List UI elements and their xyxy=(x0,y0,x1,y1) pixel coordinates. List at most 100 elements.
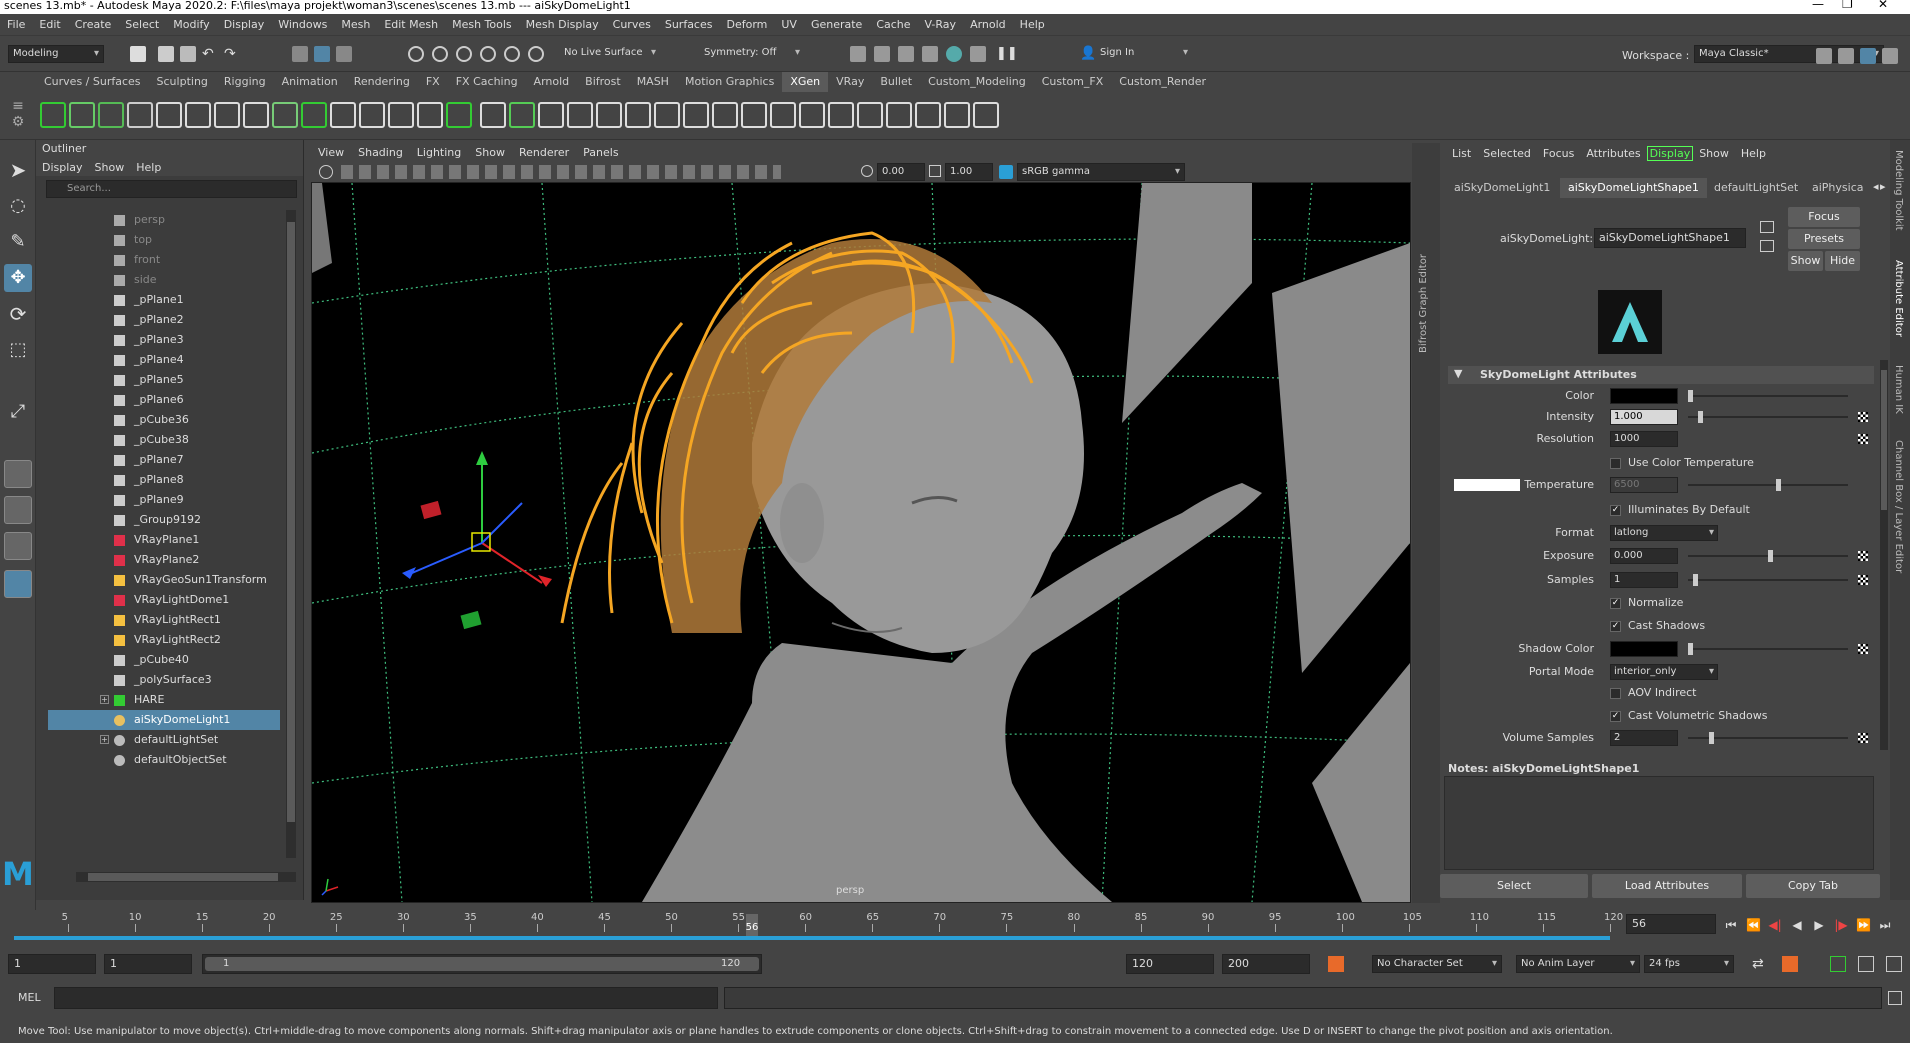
menu-edit-mesh[interactable]: Edit Mesh xyxy=(377,18,445,31)
select-object-icon[interactable] xyxy=(314,46,330,62)
shelf-tab-rendering[interactable]: Rendering xyxy=(346,72,418,92)
attribute-slider[interactable] xyxy=(1688,579,1848,581)
anim-layer-dropdown[interactable]: No Anim Layer xyxy=(1516,955,1640,973)
xgen-tool-16-icon[interactable] xyxy=(480,102,506,128)
four-view-layout-icon[interactable] xyxy=(4,496,32,524)
pause-icon[interactable]: ❚❚ xyxy=(996,46,1018,62)
shelf-tab-fx[interactable]: FX xyxy=(418,72,448,92)
outliner-item[interactable]: _pPlane3 xyxy=(48,330,280,350)
xgen-tool-30-icon[interactable] xyxy=(886,102,912,128)
menu-modify[interactable]: Modify xyxy=(166,18,216,31)
menu-help[interactable]: Help xyxy=(1013,18,1052,31)
menu-mesh[interactable]: Mesh xyxy=(334,18,377,31)
shelf-tab-motion-graphics[interactable]: Motion Graphics xyxy=(677,72,782,92)
current-frame-field[interactable]: 56 xyxy=(1626,914,1716,934)
xgen-tool-6-icon[interactable] xyxy=(185,102,211,128)
select-tool-icon[interactable]: ➤ xyxy=(4,156,32,184)
mel-input[interactable] xyxy=(54,987,718,1009)
outliner-item[interactable]: _pPlane7 xyxy=(48,450,280,470)
outliner-item[interactable]: VRayLightDome1 xyxy=(48,590,280,610)
select-component-icon[interactable] xyxy=(336,46,352,62)
outliner-item[interactable]: persp xyxy=(48,210,280,230)
hide-button[interactable]: Hide xyxy=(1825,251,1860,271)
outliner-item[interactable]: _polySurface3 xyxy=(48,670,280,690)
attribute-checkbox[interactable]: ✓ xyxy=(1610,598,1621,609)
menu-windows[interactable]: Windows xyxy=(271,18,334,31)
go-start-icon[interactable]: ⏮ xyxy=(1724,918,1738,932)
channel-box-toggle-icon[interactable] xyxy=(1882,48,1898,64)
xgen-tool-19-icon[interactable] xyxy=(567,102,593,128)
attribute-slider[interactable] xyxy=(1688,395,1848,397)
paint-select-icon[interactable]: ✎ xyxy=(4,228,32,256)
menu-v-ray[interactable]: V-Ray xyxy=(918,18,964,31)
open-scene-icon[interactable] xyxy=(158,46,174,62)
go-end-icon[interactable]: ⏭ xyxy=(1878,918,1892,932)
rotate-tool-icon[interactable]: ⟳ xyxy=(4,300,32,328)
xgen-tool-32-icon[interactable] xyxy=(944,102,970,128)
redo-icon[interactable]: ↷ xyxy=(224,46,240,62)
step-forward-frame-icon[interactable]: |▶ xyxy=(1834,918,1848,932)
attribute-field[interactable]: 6500 xyxy=(1610,477,1678,493)
attribute-checkbox[interactable]: ✓ xyxy=(1610,621,1621,632)
single-view-layout-icon[interactable] xyxy=(4,460,32,488)
anim-end-field[interactable]: 200 xyxy=(1222,954,1310,974)
outliner-hscrollbar[interactable] xyxy=(76,872,296,882)
scale-tool-icon[interactable]: ⬚ xyxy=(4,336,32,364)
play-forward-icon[interactable]: ▶ xyxy=(1812,918,1826,932)
step-back-key-icon[interactable]: ⏪ xyxy=(1746,918,1761,932)
xgen-tool-33-icon[interactable] xyxy=(973,102,999,128)
slider-knob[interactable] xyxy=(1708,732,1714,744)
attribute-field[interactable]: 1 xyxy=(1610,572,1678,588)
expand-icon[interactable]: + xyxy=(100,735,109,744)
outliner-item[interactable]: _pCube40 xyxy=(48,650,280,670)
layout-icon[interactable] xyxy=(1816,48,1832,64)
go-input-icon[interactable] xyxy=(1760,221,1774,233)
xgen-tool-18-icon[interactable] xyxy=(538,102,564,128)
minimize-icon[interactable]: — xyxy=(1812,0,1824,10)
outliner-item[interactable]: front xyxy=(48,250,280,270)
map-button-icon[interactable] xyxy=(1858,733,1868,743)
menu-uv[interactable]: UV xyxy=(774,18,804,31)
xgen-tool-9-icon[interactable] xyxy=(272,102,298,128)
shelf-tab-custom-fx[interactable]: Custom_FX xyxy=(1034,72,1112,92)
vray-render-icon[interactable] xyxy=(970,46,986,62)
shelf-tab-arnold[interactable]: Arnold xyxy=(526,72,578,92)
load-attributes-button[interactable]: Load Attributes xyxy=(1592,874,1742,898)
two-view-layout-icon[interactable] xyxy=(4,532,32,560)
ae-menu-list[interactable]: List xyxy=(1446,147,1477,160)
attribute-dropdown[interactable]: interior_only xyxy=(1610,664,1718,680)
outliner-search-input[interactable]: Search... xyxy=(46,180,297,198)
outliner-item[interactable]: side xyxy=(48,270,280,290)
viewport-menu-renderer[interactable]: Renderer xyxy=(512,146,576,159)
map-button-icon[interactable] xyxy=(1858,434,1868,444)
outliner-item[interactable]: VRayPlane1 xyxy=(48,530,280,550)
lasso-tool-icon[interactable]: ◌ xyxy=(4,192,32,220)
arnold-render-icon[interactable] xyxy=(946,46,962,62)
xgen-tool-10-icon[interactable] xyxy=(301,102,327,128)
viewport-tool-icons[interactable] xyxy=(341,165,781,179)
fps-dropdown[interactable]: 24 fps xyxy=(1644,955,1734,973)
xgen-tool-21-icon[interactable] xyxy=(625,102,651,128)
outliner-item[interactable]: _pPlane2 xyxy=(48,310,280,330)
camera-select-icon[interactable] xyxy=(319,165,333,179)
shelf-tab-vray[interactable]: VRay xyxy=(828,72,872,92)
menu-display[interactable]: Display xyxy=(217,18,272,31)
shelf-tab-bullet[interactable]: Bullet xyxy=(872,72,920,92)
xgen-tool-24-icon[interactable] xyxy=(712,102,738,128)
new-scene-icon[interactable] xyxy=(130,46,146,62)
move-tool-icon[interactable]: ✥ xyxy=(4,264,32,292)
slider-knob[interactable] xyxy=(1692,574,1698,586)
xgen-tool-3-icon[interactable] xyxy=(98,102,124,128)
human-ik-tab[interactable]: Human IK xyxy=(1893,365,1904,414)
attribute-slider[interactable] xyxy=(1688,416,1848,418)
ae-tab[interactable]: aiSkyDomeLightShape1 xyxy=(1560,178,1707,198)
colorspace-dropdown[interactable]: sRGB gamma xyxy=(1017,163,1185,181)
render-settings-icon[interactable] xyxy=(898,46,914,62)
viewport-menu-lighting[interactable]: Lighting xyxy=(410,146,468,159)
step-forward-key-icon[interactable]: ⏩ xyxy=(1856,918,1871,932)
ipr-render-icon[interactable] xyxy=(874,46,890,62)
xgen-tool-25-icon[interactable] xyxy=(741,102,767,128)
shelf-tab-bifrost[interactable]: Bifrost xyxy=(577,72,629,92)
outliner-item[interactable]: _pPlane8 xyxy=(48,470,280,490)
attribute-editor-tab[interactable]: Attribute Editor xyxy=(1893,260,1904,337)
